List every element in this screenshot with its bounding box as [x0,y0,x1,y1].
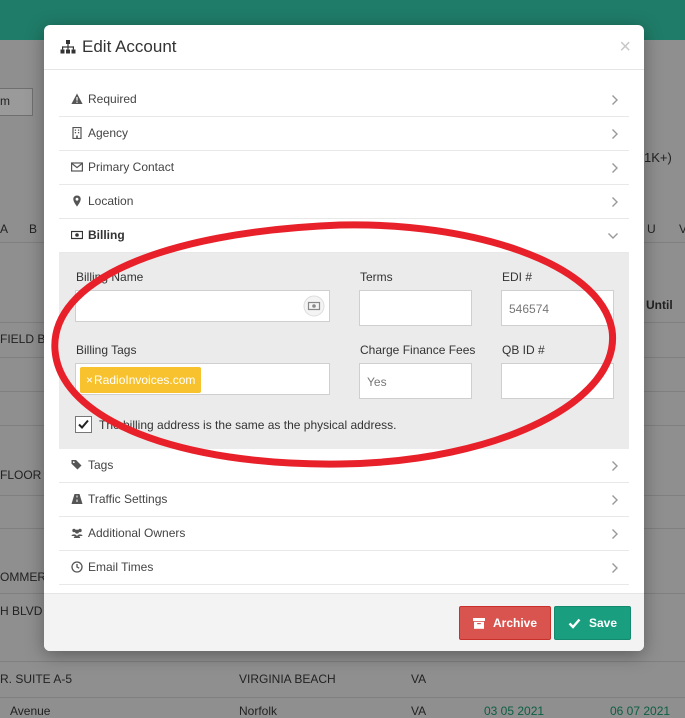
chevron-right-icon [612,529,618,539]
edi-label: EDI # [502,270,533,284]
billing-tag-chip: × RadioInvoices.com [80,367,202,393]
modal-title: Edit Account [60,37,177,57]
section-label: Email Times [88,560,154,574]
terms-field[interactable] [359,290,472,326]
money-icon [71,230,83,240]
billing-tags-label: Billing Tags [76,343,137,357]
bg-row-address: H BLVD [0,604,43,618]
bg-col-v[interactable]: V [679,222,685,236]
envelope-icon [71,162,83,172]
section-location[interactable]: Location [59,185,629,219]
same-address-label: The billing address is the same as the p… [99,418,397,432]
modal-footer: Archive Save [44,593,644,651]
qb-id-label: QB ID # [502,343,545,357]
money-icon [303,295,325,317]
save-button[interactable]: Save [554,606,631,640]
section-email-times[interactable]: Email Times [59,551,629,585]
bg-col-b[interactable]: B [29,222,37,236]
section-label: Location [88,194,134,208]
bg-row [0,696,685,698]
bg-result-count: 1K+) [644,150,672,165]
warning-icon [71,93,83,104]
modal-title-text: Edit Account [82,37,177,56]
bg-row-address: Avenue [10,704,51,718]
billing-tags-field[interactable]: × RadioInvoices.com [75,363,330,395]
bg-col-a[interactable]: A [0,222,8,236]
section-label: Required [88,92,137,106]
section-label: Billing [88,228,125,242]
edi-value: 546574 [509,302,550,316]
section-additional-owners[interactable]: Additional Owners [59,517,629,551]
section-label: Additional Owners [88,526,186,540]
billing-name-field[interactable] [75,290,330,322]
archive-button[interactable]: Archive [459,606,551,640]
bg-filter-text: m [0,94,10,108]
check-icon [568,618,581,629]
remove-tag-icon[interactable]: × [86,373,93,387]
section-agency[interactable]: Agency [59,117,629,151]
bg-until-header: Until [646,298,673,312]
billing-name-label: Billing Name [76,270,144,284]
bg-row-state: VA [411,704,427,718]
same-address-checkbox[interactable] [75,416,92,433]
chevron-right-icon [612,163,618,173]
sitemap-icon [60,40,76,54]
section-label: Tags [88,458,114,472]
archive-icon [472,617,485,629]
terms-label: Terms [360,270,393,284]
charge-finance-label: Charge Finance Fees [360,343,476,357]
billing-panel: Billing Name Terms EDI # 546574 Billing … [59,253,629,449]
bg-row-city: Norfolk [239,704,278,718]
road-icon [71,494,83,504]
section-label: Agency [88,126,129,140]
users-icon [71,528,83,538]
checkmark-icon [78,419,89,429]
save-label: Save [588,616,618,630]
clock-icon [71,561,83,573]
charge-finance-select[interactable]: Yes [359,363,472,399]
bg-row-city: VIRGINIA BEACH [239,672,336,686]
section-label: Traffic Settings [88,492,168,506]
chevron-right-icon [612,95,618,105]
bg-row-state: VA [411,672,427,686]
edi-field[interactable]: 546574 [501,290,614,326]
map-marker-icon [73,195,81,207]
modal-header: Edit Account × [44,25,644,70]
bg-row-address: R. SUITE A-5 [0,672,73,686]
edit-account-modal: Edit Account × Required Agency Primary C… [44,25,644,651]
building-icon [72,127,82,139]
chevron-down-icon [608,233,618,239]
bg-row-date: 03 05 2021 [484,704,545,718]
section-traffic-settings[interactable]: Traffic Settings [59,483,629,517]
chevron-right-icon [612,495,618,505]
chevron-right-icon [612,129,618,139]
bg-row-date: 06 07 2021 [610,704,671,718]
bg-col-u[interactable]: U [647,222,656,236]
section-label: Primary Contact [88,160,175,174]
section-tags[interactable]: Tags [59,449,629,483]
chevron-right-icon [612,197,618,207]
qb-id-field[interactable] [501,363,614,399]
section-primary-contact[interactable]: Primary Contact [59,151,629,185]
billing-tag-text: RadioInvoices.com [94,373,196,387]
section-billing[interactable]: Billing [59,219,629,253]
tags-icon [71,460,82,470]
chevron-right-icon [612,563,618,573]
section-required[interactable]: Required [59,83,629,117]
bg-row [0,660,685,662]
close-icon[interactable]: × [619,37,631,57]
account-sections: Required Agency Primary Contact Location… [59,83,629,585]
chevron-right-icon [612,461,618,471]
bg-row-address: OMMER [0,570,46,584]
charge-finance-value: Yes [367,375,387,389]
archive-label: Archive [492,616,538,630]
